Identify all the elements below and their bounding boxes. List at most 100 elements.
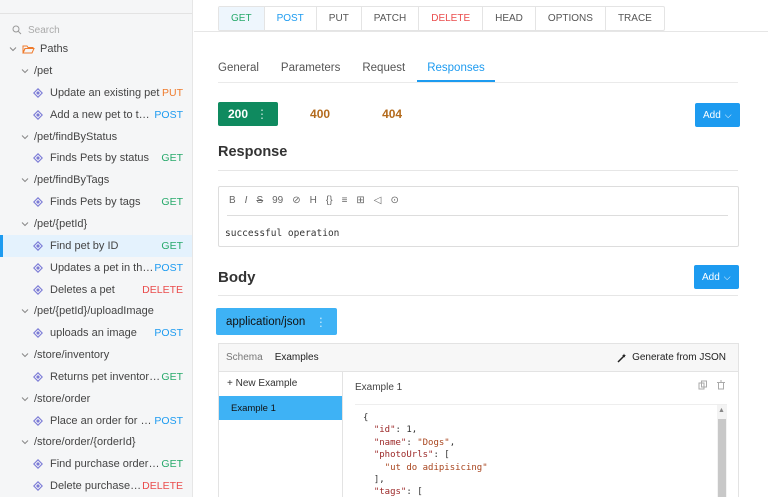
tree-operation[interactable]: uploads an image POST xyxy=(0,322,192,344)
add-body-label: Add xyxy=(702,271,720,283)
code-icon[interactable]: {} xyxy=(326,195,333,206)
search-input[interactable]: Search xyxy=(28,25,60,36)
description-editor[interactable]: B I S 99 ⊘ H {} ≡ ⊞ ◁ ⊙ successful operation xyxy=(218,186,739,247)
chevron-down-icon xyxy=(21,134,29,139)
tree-group[interactable]: /pet xyxy=(0,60,192,82)
tree-root-paths[interactable]: Paths xyxy=(0,38,192,60)
method-badge: POST xyxy=(154,414,183,427)
example-list: + New Example Example 1 xyxy=(219,372,343,497)
example-code-editor[interactable]: ▲ { "id": 1, "name": "Dogs", "photoUrls"… xyxy=(355,404,727,497)
italic-icon[interactable]: I xyxy=(245,195,248,206)
method-tab-head[interactable]: HEAD xyxy=(483,7,536,30)
tree-group[interactable]: /pet/{petId}/uploadImage xyxy=(0,300,192,322)
content-type-label: application/json xyxy=(226,315,306,328)
tree-operation-label: Find pet by ID xyxy=(50,239,119,252)
list-icon[interactable]: ≡ xyxy=(342,195,348,206)
status-code-200[interactable]: 200 ⋮ xyxy=(218,102,279,126)
content-type-chip[interactable]: application/json ⋮ xyxy=(216,308,337,335)
example-item[interactable]: Example 1 xyxy=(219,396,342,420)
status-code-404[interactable]: 404 xyxy=(372,102,412,126)
method-tab-put[interactable]: PUT xyxy=(317,7,362,30)
tree-group-label: /store/order/{orderId} xyxy=(34,436,136,449)
add-response-label: Add xyxy=(703,109,721,121)
quote-icon[interactable]: 99 xyxy=(272,195,283,206)
tree-operation[interactable]: Find purchase order b... GET xyxy=(0,453,192,475)
code-scrollbar[interactable]: ▲ xyxy=(717,405,727,497)
generate-from-json-button[interactable]: Generate from JSON xyxy=(617,352,726,363)
status-code-400[interactable]: 400 xyxy=(300,102,340,126)
method-badge: GET xyxy=(161,458,183,471)
tree-group[interactable]: /pet/{petId} xyxy=(0,213,192,235)
chevron-down-icon xyxy=(21,440,29,445)
tree-group-label: /store/order xyxy=(34,392,91,405)
strikethrough-icon[interactable]: S xyxy=(256,195,263,206)
bold-icon[interactable]: B xyxy=(229,195,236,206)
tree-root-label: Paths xyxy=(40,43,69,55)
table-icon[interactable]: ⊞ xyxy=(356,195,364,206)
tree-operation[interactable]: Place an order for a p... POST xyxy=(0,410,192,432)
tree-group[interactable]: /store/inventory xyxy=(0,344,192,366)
method-tab-delete[interactable]: DELETE xyxy=(419,7,484,30)
operation-diamond-icon xyxy=(33,481,43,492)
tab-request[interactable]: Request xyxy=(362,56,405,82)
more-vertical-icon[interactable]: ⋮ xyxy=(315,315,327,329)
operation-diamond-icon xyxy=(33,240,43,251)
editor-toolbar: B I S 99 ⊘ H {} ≡ ⊞ ◁ ⊙ xyxy=(229,195,408,206)
trash-icon[interactable] xyxy=(716,380,726,393)
tree-group[interactable]: /pet/findByStatus xyxy=(0,126,192,148)
new-example-button[interactable]: + New Example xyxy=(227,378,297,389)
tree-group-label: /pet/findByStatus xyxy=(34,130,118,143)
add-response-button[interactable]: Add ⌵ xyxy=(695,103,740,127)
tab-general[interactable]: General xyxy=(218,56,259,82)
header-divider xyxy=(194,31,768,32)
description-text[interactable]: successful operation xyxy=(225,228,339,239)
tree-operation[interactable]: Updates a pet in the ... POST xyxy=(0,257,192,279)
tree-operation[interactable]: Update an existing pet PUT xyxy=(0,82,192,104)
method-tab-patch[interactable]: PATCH xyxy=(362,7,420,30)
tree-operation[interactable]: Add a new pet to the ... POST xyxy=(0,104,192,126)
tree-operation[interactable]: Find pet by ID GET xyxy=(0,234,192,257)
method-tab-options[interactable]: OPTIONS xyxy=(536,7,606,30)
tab-examples[interactable]: Examples xyxy=(275,352,319,363)
tree-operation[interactable]: Returns pet inventorie... GET xyxy=(0,366,192,388)
operation-diamond-icon xyxy=(33,109,43,120)
tree-group[interactable]: /store/order xyxy=(0,388,192,410)
method-badge: GET xyxy=(161,370,183,383)
tab-schema[interactable]: Schema xyxy=(226,352,263,363)
tree-group[interactable]: /pet/findByTags xyxy=(0,169,192,191)
embed-icon[interactable]: ⊙ xyxy=(391,195,399,206)
heading-icon[interactable]: H xyxy=(310,195,317,206)
link-icon[interactable]: ⊘ xyxy=(292,195,300,206)
tree-operation-label: Updates a pet in the ... xyxy=(50,261,155,274)
folder-open-icon xyxy=(22,45,35,53)
chevron-down-icon xyxy=(21,222,29,227)
sidebar: Search Paths /pet Update an existing pet P… xyxy=(0,0,193,497)
tree-operation[interactable]: Delete purchase or... DELETE xyxy=(0,475,192,497)
tree-operation-label: Delete purchase or... xyxy=(50,480,143,493)
tree-operation[interactable]: Finds Pets by status GET xyxy=(0,147,192,169)
tree-group[interactable]: /store/order/{orderId} xyxy=(0,431,192,453)
sidebar-search[interactable]: Search xyxy=(0,20,192,40)
chevron-down-icon: ⌵ xyxy=(724,109,732,120)
body-section-title: Body xyxy=(218,269,256,286)
more-vertical-icon[interactable]: ⋮ xyxy=(256,107,268,121)
scroll-thumb[interactable] xyxy=(718,419,726,497)
tree-operation[interactable]: Finds Pets by tags GET xyxy=(0,191,192,213)
tree-operation[interactable]: Deletes a pet DELETE xyxy=(0,279,192,301)
main-panel: GET POST PUT PATCH DELETE HEAD OPTIONS TRACE Ge… xyxy=(194,0,768,497)
operation-diamond-icon xyxy=(33,87,43,98)
send-icon[interactable]: ◁ xyxy=(374,195,382,206)
method-tab-post[interactable]: POST xyxy=(265,7,317,30)
code-line: "photoUrls": [ xyxy=(363,450,450,460)
method-tab-trace[interactable]: TRACE xyxy=(606,7,664,30)
add-body-button[interactable]: Add ⌵ xyxy=(694,265,739,289)
scroll-up-icon[interactable]: ▲ xyxy=(718,407,725,414)
tree-group-label: /pet/{petId}/uploadImage xyxy=(34,305,154,318)
method-tab-get[interactable]: GET xyxy=(219,7,265,30)
sub-tabs: General Parameters Request Responses xyxy=(218,56,517,82)
tab-responses[interactable]: Responses xyxy=(417,56,495,82)
copy-icon[interactable] xyxy=(698,380,708,393)
tree-operation-label: Find purchase order b... xyxy=(50,458,162,471)
tab-parameters[interactable]: Parameters xyxy=(281,56,340,82)
